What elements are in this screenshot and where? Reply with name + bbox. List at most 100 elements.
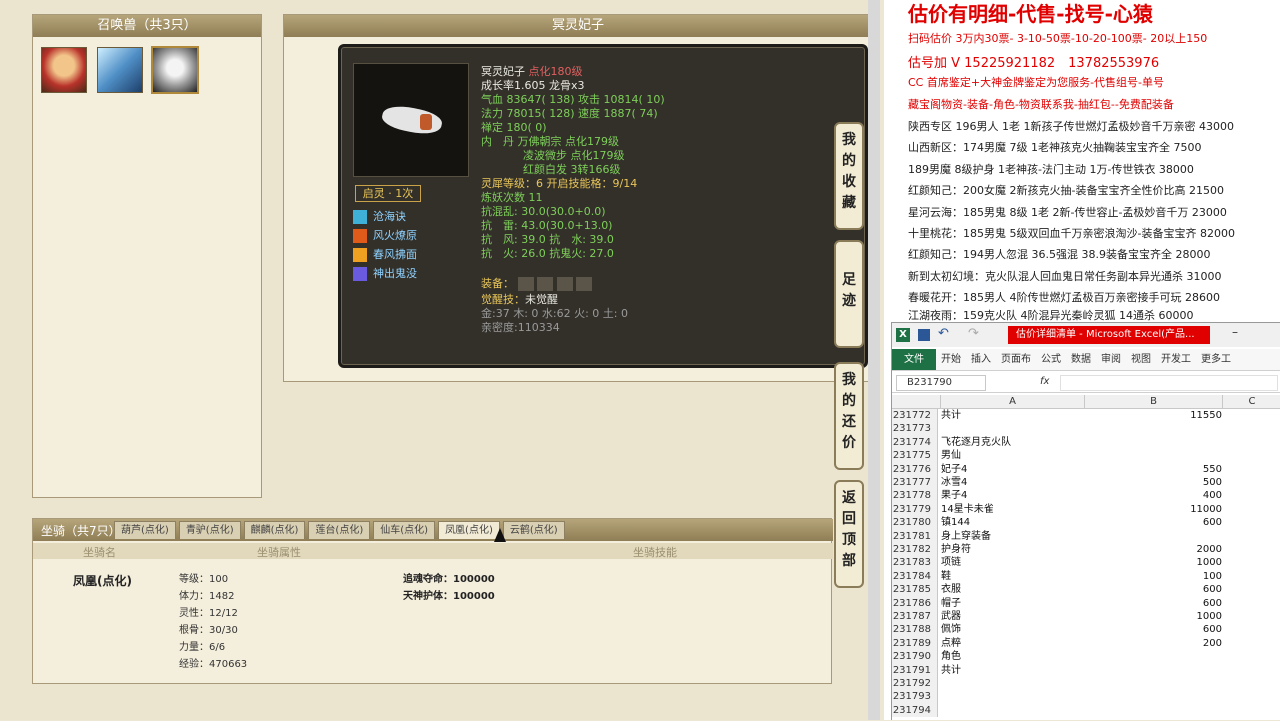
tab-formula[interactable]: 公式 xyxy=(1036,349,1066,370)
cell-b[interactable]: 100 xyxy=(1084,570,1222,583)
row-number[interactable]: 231772 xyxy=(892,409,938,423)
row-number[interactable]: 231789 xyxy=(892,636,938,651)
row-number[interactable]: 231778 xyxy=(892,489,938,503)
table-row[interactable]: 231785 衣服 600 xyxy=(892,583,1280,597)
undo-icon[interactable]: ↶ xyxy=(938,326,949,341)
skill-item[interactable]: 神出鬼没 xyxy=(353,264,463,283)
tab-developer[interactable]: 开发工 xyxy=(1156,349,1196,370)
my-bargain-button[interactable]: 我的还价 xyxy=(834,362,864,470)
summon-avatar-2[interactable] xyxy=(97,47,143,93)
table-row[interactable]: 231791 共计 xyxy=(892,663,1280,677)
cell-a[interactable]: 共计 xyxy=(941,664,961,677)
fx-icon[interactable]: fx xyxy=(1040,376,1049,387)
row-number[interactable]: 231794 xyxy=(892,703,938,718)
table-row[interactable]: 231786 帽子 600 xyxy=(892,596,1280,610)
tab-data[interactable]: 数据 xyxy=(1066,349,1096,370)
tab-review[interactable]: 审阅 xyxy=(1096,349,1126,370)
table-row[interactable]: 231793 xyxy=(892,690,1280,704)
cell-b[interactable]: 600 xyxy=(1084,623,1222,636)
equip-slot[interactable] xyxy=(556,277,573,291)
row-number[interactable]: 231774 xyxy=(892,435,938,450)
save-icon[interactable] xyxy=(918,329,930,341)
table-row[interactable]: 231782 护身符 2000 xyxy=(892,543,1280,557)
tab-insert[interactable]: 插入 xyxy=(966,349,996,370)
cell-b[interactable]: 550 xyxy=(1084,463,1222,476)
cell-b[interactable]: 600 xyxy=(1084,597,1222,610)
tab-mount-4[interactable]: 莲台(点化) xyxy=(308,521,371,539)
table-row[interactable]: 231777 冰雪4 500 xyxy=(892,476,1280,490)
row-number[interactable]: 231784 xyxy=(892,569,938,584)
row-number[interactable]: 231777 xyxy=(892,476,938,490)
table-row[interactable]: 231781 身上穿装备 xyxy=(892,529,1280,543)
footprint-button[interactable]: 足迹 xyxy=(834,240,864,348)
sheet-grid[interactable]: 231772 共计 11550 231773 231774 飞花逐月克火队 231775 男仙… xyxy=(892,409,1280,721)
table-row[interactable]: 231775 男仙 xyxy=(892,449,1280,463)
equip-slot[interactable] xyxy=(576,277,592,291)
cell-a[interactable]: 武器 xyxy=(941,610,961,623)
cell-a[interactable]: 身上穿装备 xyxy=(941,530,991,543)
table-row[interactable]: 231784 鞋 100 xyxy=(892,569,1280,584)
tab-mount-7[interactable]: 云鹤(点化) xyxy=(502,521,565,539)
cell-b[interactable]: 1000 xyxy=(1084,556,1222,569)
cell-b[interactable]: 200 xyxy=(1084,637,1222,650)
table-row[interactable]: 231787 武器 1000 xyxy=(892,610,1280,624)
row-number[interactable]: 231781 xyxy=(892,529,938,543)
cell-a[interactable]: 鞋 xyxy=(941,570,951,583)
row-number[interactable]: 231779 xyxy=(892,502,938,517)
cell-a[interactable]: 男仙 xyxy=(941,449,961,462)
cell-b[interactable]: 11000 xyxy=(1084,503,1222,516)
tab-mount-3[interactable]: 麒麟(点化) xyxy=(243,521,306,539)
table-row[interactable]: 231789 点粹 200 xyxy=(892,636,1280,651)
tab-home[interactable]: 开始 xyxy=(936,349,966,370)
tab-more[interactable]: 更多工 xyxy=(1196,349,1236,370)
cell-b[interactable]: 1000 xyxy=(1084,610,1222,623)
skill-item[interactable]: 风火燎原 xyxy=(353,226,463,245)
row-number[interactable]: 231786 xyxy=(892,596,938,610)
table-row[interactable]: 231790 角色 xyxy=(892,650,1280,664)
row-number[interactable]: 231782 xyxy=(892,543,938,557)
table-row[interactable]: 231773 xyxy=(892,422,1280,436)
scrollbar[interactable] xyxy=(868,0,880,720)
cell-b[interactable]: 500 xyxy=(1084,476,1222,489)
row-number[interactable]: 231780 xyxy=(892,516,938,530)
cell-a[interactable]: 角色 xyxy=(941,650,961,663)
table-row[interactable]: 231772 共计 11550 xyxy=(892,409,1280,423)
summon-avatar-3[interactable] xyxy=(151,46,199,94)
cell-a[interactable]: 镇144 xyxy=(941,516,970,529)
cell-a[interactable]: 14星卡未雀 xyxy=(941,503,994,516)
cell-a[interactable]: 飞花逐月克火队 xyxy=(941,436,1011,449)
tab-view[interactable]: 视图 xyxy=(1126,349,1156,370)
row-number[interactable]: 231785 xyxy=(892,583,938,597)
row-number[interactable]: 231787 xyxy=(892,610,938,624)
tab-file[interactable]: 文件 xyxy=(892,349,936,370)
formula-input[interactable] xyxy=(1060,375,1278,391)
tab-mount-5[interactable]: 仙车(点化) xyxy=(373,521,436,539)
cell-a[interactable]: 衣服 xyxy=(941,583,961,596)
table-row[interactable]: 231780 镇144 600 xyxy=(892,516,1280,530)
name-box[interactable]: B231790 xyxy=(896,375,986,391)
col-header-a[interactable]: A xyxy=(940,395,1084,409)
tab-mount-6[interactable]: 凤凰(点化) xyxy=(438,521,500,539)
table-row[interactable]: 231792 xyxy=(892,677,1280,691)
col-header-c[interactable]: C xyxy=(1222,395,1280,409)
tab-mount-2[interactable]: 青驴(点化) xyxy=(178,521,241,539)
row-number[interactable]: 231793 xyxy=(892,690,938,704)
cell-b[interactable]: 600 xyxy=(1084,516,1222,529)
table-row[interactable]: 231794 xyxy=(892,703,1280,718)
skill-item[interactable]: 春风拂面 xyxy=(353,245,463,264)
redo-icon[interactable]: ↷ xyxy=(968,326,979,341)
row-number[interactable]: 231788 xyxy=(892,623,938,637)
row-number[interactable]: 231791 xyxy=(892,663,938,677)
cell-b[interactable]: 11550 xyxy=(1084,409,1222,422)
cell-a[interactable]: 妃子4 xyxy=(941,463,967,476)
table-row[interactable]: 231776 妃子4 550 xyxy=(892,462,1280,476)
row-number[interactable]: 231776 xyxy=(892,462,938,476)
cell-a[interactable]: 果子4 xyxy=(941,489,967,502)
cell-a[interactable]: 项链 xyxy=(941,556,961,569)
my-favorites-button[interactable]: 我的收藏 xyxy=(834,122,864,230)
row-number[interactable]: 231790 xyxy=(892,650,938,664)
cell-b[interactable]: 400 xyxy=(1084,489,1222,502)
row-number[interactable]: 231783 xyxy=(892,556,938,570)
cell-a[interactable]: 冰雪4 xyxy=(941,476,967,489)
row-number[interactable]: 231773 xyxy=(892,422,938,436)
